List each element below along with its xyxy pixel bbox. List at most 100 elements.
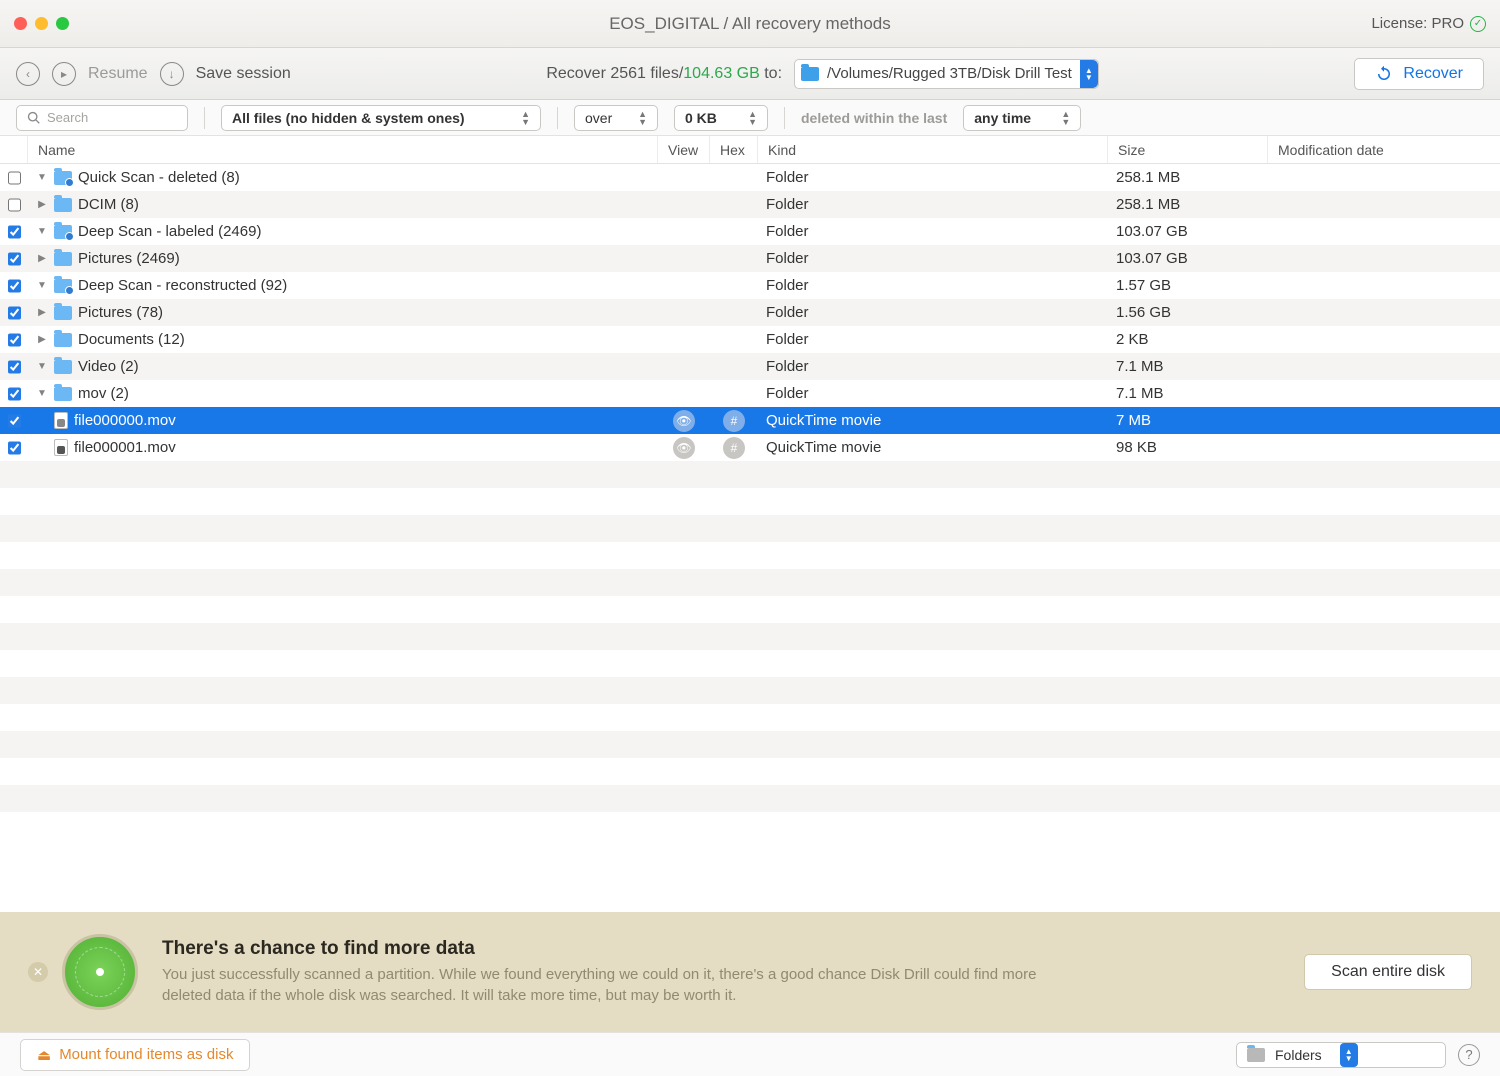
chevron-right-icon[interactable]: ▶: [36, 199, 48, 210]
size-filter-dropdown[interactable]: 0 KB ▲▼: [674, 105, 768, 131]
folder-icon: [54, 306, 72, 320]
row-checkbox[interactable]: [8, 360, 21, 374]
table-row[interactable]: ▶Pictures (78)Folder1.56 GB: [0, 299, 1500, 326]
hex-icon[interactable]: #: [723, 410, 745, 432]
table-row-empty: [0, 542, 1500, 569]
column-size[interactable]: Size: [1108, 136, 1268, 163]
row-name: Quick Scan - deleted (8): [78, 169, 240, 186]
window-title: EOS_DIGITAL / All recovery methods: [0, 14, 1500, 34]
zoom-window-icon[interactable]: [56, 17, 69, 30]
refresh-icon: [1375, 65, 1393, 83]
row-name: file000001.mov: [74, 439, 176, 456]
destination-path-field[interactable]: /Volumes/Rugged 3TB/Disk Drill Test ▲▼: [794, 59, 1099, 89]
scan-entire-disk-button[interactable]: Scan entire disk: [1304, 954, 1472, 990]
table-row[interactable]: ▶Documents (12)Folder2 KB: [0, 326, 1500, 353]
row-size: 7.1 MB: [1108, 385, 1268, 402]
row-name: mov (2): [78, 385, 129, 402]
license-label[interactable]: License: PRO ✓: [1371, 15, 1486, 32]
row-checkbox[interactable]: [8, 306, 21, 320]
banner-text: There's a chance to find more data You j…: [162, 938, 1042, 1006]
recover-button[interactable]: Recover: [1354, 58, 1484, 90]
recover-size: 104.63 GB: [683, 65, 760, 82]
table-row[interactable]: ▼Video (2)Folder7.1 MB: [0, 353, 1500, 380]
folder-icon: [54, 333, 72, 347]
play-icon[interactable]: ▸: [52, 62, 76, 86]
comparison-dropdown[interactable]: over ▲▼: [574, 105, 658, 131]
file-icon: [54, 439, 68, 456]
save-session-button[interactable]: Save session: [196, 65, 291, 83]
chevron-updown-icon: ▲▼: [1061, 110, 1070, 126]
resume-button[interactable]: Resume: [88, 65, 148, 83]
close-window-icon[interactable]: [14, 17, 27, 30]
row-checkbox[interactable]: [8, 279, 21, 293]
row-name: Deep Scan - reconstructed (92): [78, 277, 287, 294]
row-kind: Folder: [758, 304, 1108, 321]
divider: [784, 107, 785, 129]
column-mod[interactable]: Modification date: [1268, 136, 1500, 163]
chevron-right-icon[interactable]: ▶: [36, 307, 48, 318]
mount-icon: ⏏: [37, 1046, 51, 1064]
view-mode-dropdown[interactable]: Folders ▲▼: [1236, 1042, 1446, 1068]
row-size: 1.57 GB: [1108, 277, 1268, 294]
chevron-down-icon[interactable]: ▼: [36, 388, 48, 399]
stepper-icon[interactable]: ▲▼: [1080, 60, 1098, 88]
download-icon[interactable]: ↓: [160, 62, 184, 86]
help-button[interactable]: ?: [1458, 1044, 1480, 1066]
time-filter-dropdown[interactable]: any time ▲▼: [963, 105, 1081, 131]
hex-icon[interactable]: #: [723, 437, 745, 459]
column-kind[interactable]: Kind: [758, 136, 1108, 163]
row-checkbox[interactable]: [8, 252, 21, 266]
chevron-down-icon[interactable]: ▼: [36, 172, 48, 183]
table-row[interactable]: file000001.mov👁#QuickTime movie98 KB: [0, 434, 1500, 461]
row-kind: Folder: [758, 331, 1108, 348]
preview-icon[interactable]: 👁: [673, 437, 695, 459]
row-kind: Folder: [758, 169, 1108, 186]
back-button[interactable]: ‹: [16, 62, 40, 86]
row-checkbox[interactable]: [8, 414, 21, 428]
table-row-empty: [0, 569, 1500, 596]
row-checkbox[interactable]: [8, 387, 21, 401]
column-hex[interactable]: Hex: [710, 136, 758, 163]
column-view[interactable]: View: [658, 136, 710, 163]
file-filter-label: All files (no hidden & system ones): [232, 110, 465, 126]
row-checkbox[interactable]: [8, 171, 21, 185]
table-row[interactable]: ▶DCIM (8)Folder258.1 MB: [0, 191, 1500, 218]
view-mode-label: Folders: [1275, 1047, 1322, 1063]
recover-summary: Recover 2561 files/104.63 GB to:: [546, 65, 782, 83]
search-input[interactable]: Search: [16, 105, 188, 131]
folder-icon: [54, 387, 72, 401]
row-name: file000000.mov: [74, 412, 176, 429]
close-banner-button[interactable]: ✕: [28, 962, 48, 982]
preview-icon[interactable]: 👁: [673, 410, 695, 432]
row-checkbox[interactable]: [8, 198, 21, 212]
table-row-empty: [0, 650, 1500, 677]
file-tree[interactable]: ▼Quick Scan - deleted (8)Folder258.1 MB▶…: [0, 164, 1500, 912]
main-toolbar: ‹ ▸ Resume ↓ Save session Recover 2561 f…: [0, 48, 1500, 100]
row-checkbox[interactable]: [8, 225, 21, 239]
file-filter-dropdown[interactable]: All files (no hidden & system ones) ▲▼: [221, 105, 541, 131]
chevron-right-icon[interactable]: ▶: [36, 334, 48, 345]
mount-button[interactable]: ⏏ Mount found items as disk: [20, 1039, 250, 1071]
folder-icon: [54, 279, 72, 293]
row-checkbox[interactable]: [8, 441, 21, 455]
info-banner: ✕ There's a chance to find more data You…: [0, 912, 1500, 1032]
column-checkbox[interactable]: [0, 136, 28, 163]
column-name[interactable]: Name: [28, 136, 658, 163]
row-name: Documents (12): [78, 331, 185, 348]
table-row[interactable]: ▼Deep Scan - reconstructed (92)Folder1.5…: [0, 272, 1500, 299]
table-row[interactable]: file000000.mov👁#QuickTime movie7 MB: [0, 407, 1500, 434]
row-size: 258.1 MB: [1108, 169, 1268, 186]
chevron-right-icon[interactable]: ▶: [36, 253, 48, 264]
chevron-down-icon[interactable]: ▼: [36, 280, 48, 291]
row-checkbox[interactable]: [8, 333, 21, 347]
chevron-down-icon[interactable]: ▼: [36, 226, 48, 237]
chevron-down-icon[interactable]: ▼: [36, 361, 48, 372]
stepper-icon[interactable]: ▲▼: [1340, 1043, 1358, 1067]
table-row[interactable]: ▼ Quick Scan - deleted (8) Folder258.1 MB: [0, 164, 1500, 191]
column-headers: Name View Hex Kind Size Modification dat…: [0, 136, 1500, 164]
minimize-window-icon[interactable]: [35, 17, 48, 30]
recover-button-label: Recover: [1403, 65, 1463, 83]
table-row[interactable]: ▶Pictures (2469)Folder103.07 GB: [0, 245, 1500, 272]
table-row[interactable]: ▼Deep Scan - labeled (2469)Folder103.07 …: [0, 218, 1500, 245]
table-row[interactable]: ▼mov (2)Folder7.1 MB: [0, 380, 1500, 407]
